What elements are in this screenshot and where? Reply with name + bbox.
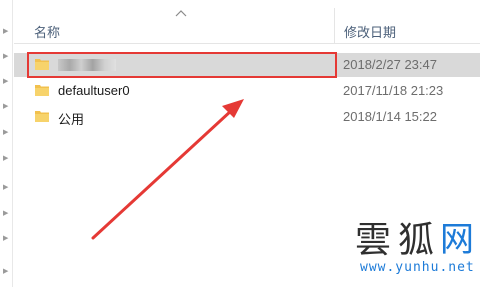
watermark-url: www.yunhu.net (360, 260, 475, 275)
watermark-char: 网 (440, 220, 474, 260)
watermark-char: 狐 (398, 220, 435, 261)
watermark-char: 雲 (355, 220, 392, 261)
